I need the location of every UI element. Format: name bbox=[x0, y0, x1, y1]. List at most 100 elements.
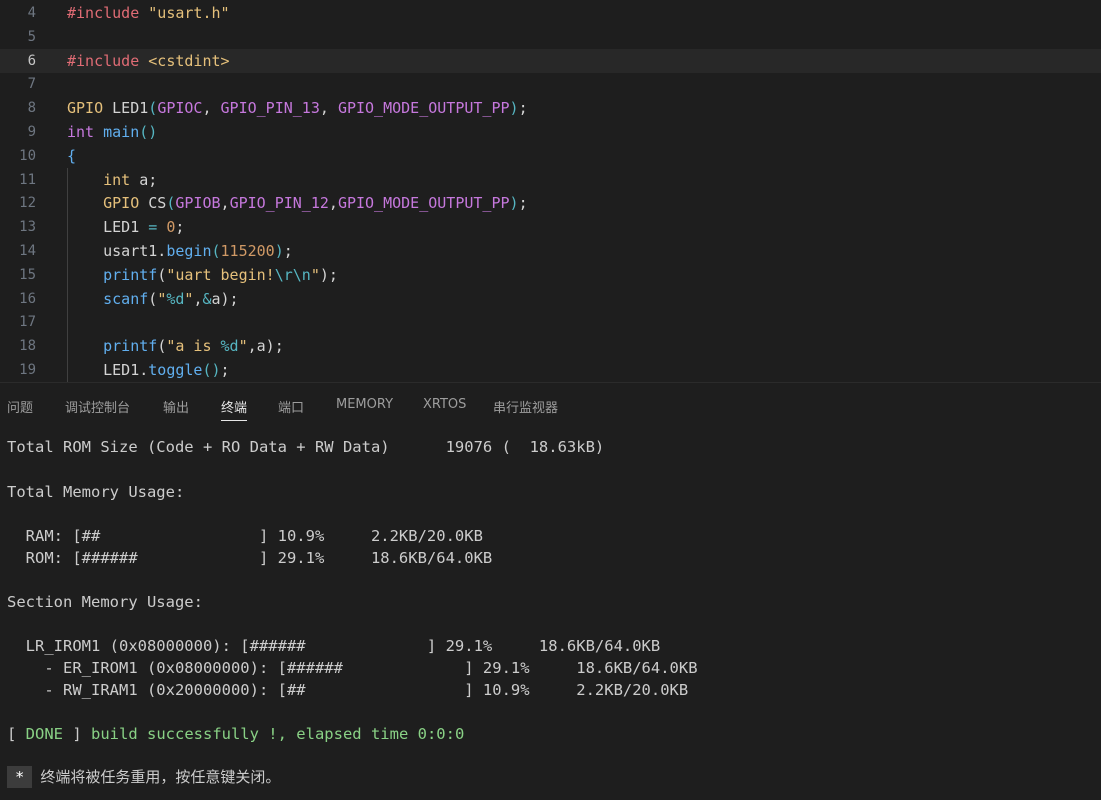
code-token: <cstdint> bbox=[148, 51, 230, 70]
code-token: ); bbox=[319, 265, 338, 284]
code-token: " bbox=[157, 289, 167, 308]
code-token: , bbox=[319, 99, 338, 118]
line-number: 4 bbox=[27, 5, 36, 21]
code-token: "uart begin! bbox=[166, 265, 275, 284]
code-token: ( bbox=[157, 337, 167, 356]
code-line: 19 LED1.toggle(); bbox=[0, 358, 1101, 382]
build-status-line: [ DONE ] build successfully !, elapsed t… bbox=[7, 723, 464, 745]
code-token: , bbox=[202, 99, 221, 118]
code-text: int main() bbox=[67, 120, 157, 144]
code-token: ) bbox=[274, 242, 284, 260]
code-text: printf("a is %d",a); bbox=[67, 334, 284, 358]
code-line: 9 int main() bbox=[0, 120, 1101, 144]
line-number: 17 bbox=[19, 314, 36, 331]
panel-tab-bar: 问题 调试控制台 输出 终端 端口 MEMORY XRTOS 串行监视器 bbox=[0, 383, 1101, 427]
star-badge: * bbox=[7, 766, 33, 788]
code-line: 12 GPIO CS(GPIOB,GPIO_PIN_12,GPIO_MODE_O… bbox=[0, 191, 1101, 215]
code-text: LED1 = 0; bbox=[67, 215, 184, 239]
code-editor[interactable]: 4 #include "usart.h" 5 6 #include <cstdint> 7… bbox=[0, 0, 1101, 382]
er-irom1-line: - ER_IROM1 (0x08000000): [###### ] 29.1%… bbox=[7, 659, 698, 677]
tab-ports[interactable]: 端口 bbox=[278, 397, 304, 416]
code-token: scanf bbox=[103, 289, 149, 308]
code-token: GPIO_MODE_OUTPUT_PP bbox=[337, 194, 510, 213]
line-number: 18 bbox=[19, 338, 36, 355]
code-token: a; bbox=[130, 170, 158, 189]
ram-usage-line: RAM: [## ] 10.9% 2.2KB/20.0KB bbox=[7, 527, 483, 545]
code-token: ; bbox=[283, 242, 293, 260]
code-token: ; bbox=[220, 361, 230, 379]
code-text: printf("uart begin!\r\n"); bbox=[67, 263, 338, 287]
code-token: GPIO bbox=[67, 99, 104, 118]
rom-size-line: Total ROM Size (Code + RO Data + RW Data… bbox=[7, 438, 605, 456]
code-token: " bbox=[310, 265, 320, 284]
code-token: 115200 bbox=[220, 242, 275, 260]
code-token: #include bbox=[67, 51, 149, 70]
code-token: LED1 bbox=[67, 218, 149, 237]
line-number: 15 bbox=[19, 266, 36, 283]
code-token: int bbox=[67, 123, 95, 141]
tab-output[interactable]: 输出 bbox=[163, 397, 189, 416]
line-number: 7 bbox=[27, 76, 36, 93]
code-token: main bbox=[103, 123, 140, 141]
done-bracket-close: ] bbox=[63, 725, 91, 743]
code-text: usart1.begin(115200); bbox=[67, 239, 293, 263]
tab-serial-monitor[interactable]: 串行监视器 bbox=[493, 397, 558, 416]
code-token: %d bbox=[166, 289, 185, 308]
line-number: 11 bbox=[19, 171, 36, 188]
line-number: 5 bbox=[27, 28, 36, 45]
code-token: = bbox=[148, 218, 158, 237]
build-success-text: build successfully !, elapsed time 0:0:0 bbox=[91, 725, 465, 743]
code-token: "usart.h" bbox=[148, 4, 230, 22]
line-number: 8 bbox=[27, 100, 36, 117]
code-line: 7 bbox=[0, 72, 1101, 96]
code-line: 15 printf("uart begin!\r\n"); bbox=[0, 263, 1101, 287]
tab-xrtos[interactable]: XRTOS bbox=[423, 397, 466, 412]
code-token: \r\n bbox=[274, 265, 311, 284]
code-text: scanf("%d",&a); bbox=[67, 287, 239, 311]
code-line: 4 #include "usart.h" bbox=[0, 1, 1101, 25]
code-token: , bbox=[328, 194, 338, 213]
code-token: a); bbox=[211, 289, 239, 308]
code-token: ( bbox=[211, 242, 221, 260]
code-line: 11 int a; bbox=[0, 168, 1101, 192]
code-line: 5 bbox=[0, 25, 1101, 49]
code-token: "a is bbox=[166, 337, 221, 356]
lr-irom1-line: LR_IROM1 (0x08000000): [###### ] 29.1% 1… bbox=[7, 637, 661, 655]
code-token: #include bbox=[67, 4, 149, 22]
code-text: LED1.toggle(); bbox=[67, 358, 230, 382]
code-token: ( bbox=[157, 265, 167, 284]
code-token: int bbox=[103, 170, 131, 189]
line-number: 12 bbox=[19, 195, 36, 212]
code-token: CS bbox=[148, 194, 167, 213]
line-number: 13 bbox=[19, 219, 36, 236]
code-token: printf bbox=[103, 265, 158, 284]
code-token: , bbox=[220, 194, 230, 213]
code-text: #include "usart.h" bbox=[67, 1, 230, 25]
code-token: GPIO_MODE_OUTPUT_PP bbox=[337, 99, 510, 118]
rw-iram1-line: - RW_IRAM1 (0x20000000): [## ] 10.9% 2.2… bbox=[7, 681, 689, 699]
tab-memory[interactable]: MEMORY bbox=[336, 397, 393, 412]
tab-terminal[interactable]: 终端 bbox=[221, 397, 248, 421]
code-line: 17 bbox=[0, 310, 1101, 334]
tab-debug-console[interactable]: 调试控制台 bbox=[65, 397, 130, 416]
code-token: ) bbox=[509, 99, 519, 118]
code-token: LED1 bbox=[112, 99, 149, 118]
code-token: LED1. bbox=[67, 361, 149, 379]
memory-usage-title: Total Memory Usage: bbox=[7, 483, 185, 501]
line-number: 6 bbox=[27, 52, 36, 69]
code-token: ; bbox=[518, 99, 528, 118]
tab-problems[interactable]: 问题 bbox=[7, 397, 33, 416]
code-token: GPIOB bbox=[175, 194, 221, 213]
done-tag: DONE bbox=[25, 725, 63, 743]
terminal-output[interactable]: Total ROM Size (Code + RO Data + RW Data… bbox=[0, 427, 1101, 800]
code-token: () bbox=[139, 123, 158, 141]
terminal-reuse-message: 终端将被任务重用，按任意键关闭。 bbox=[40, 768, 281, 786]
code-text: GPIO CS(GPIOB,GPIO_PIN_12,GPIO_MODE_OUTP… bbox=[67, 191, 527, 215]
code-line: 16 scanf("%d",&a); bbox=[0, 287, 1101, 311]
